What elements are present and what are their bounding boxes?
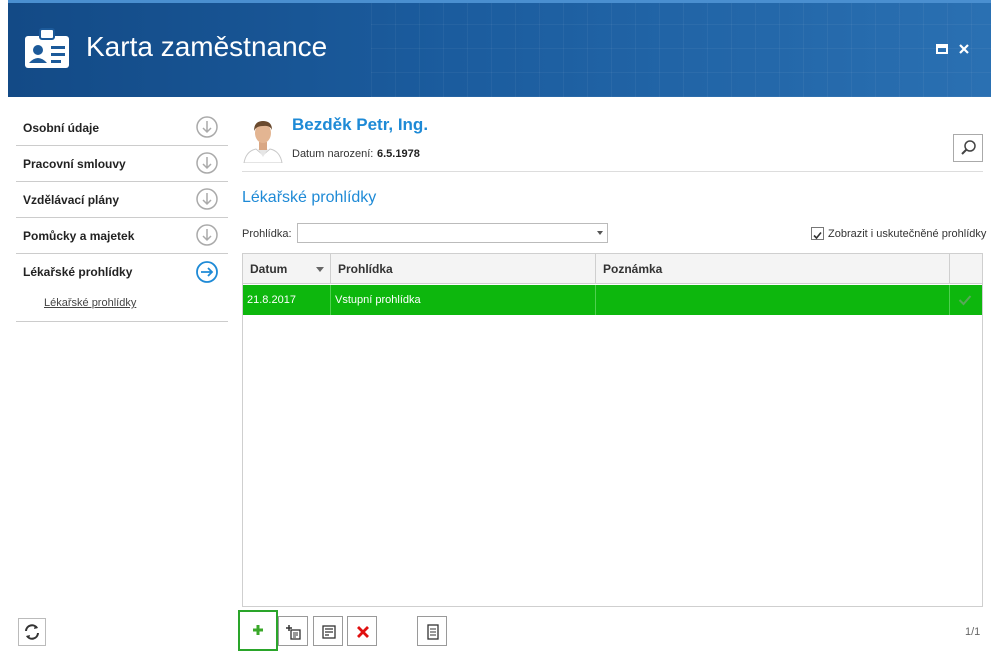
sidebar-item-vzdelavaci-plany[interactable]: Vzdělávací plány (16, 182, 228, 218)
refresh-icon (25, 624, 39, 640)
arrow-down-circle-icon (196, 188, 218, 210)
column-header-prohlidka[interactable]: Prohlídka (331, 254, 596, 284)
show-completed-label: Zobrazit i uskutečněné prohlídky (828, 228, 987, 240)
cell-poznamka (596, 285, 950, 315)
sidebar-item-pomucky-a-majetek[interactable]: Pomůcky a majetek (16, 218, 228, 254)
copy-new-icon (286, 625, 301, 640)
sidebar: Osobní údaje Pracovní smlouvy Vzdělávací… (16, 110, 228, 322)
prohlidka-select[interactable] (297, 223, 608, 243)
employee-divider (242, 171, 983, 172)
sidebar-item-label: Osobní údaje (23, 121, 100, 135)
cell-datum: 21.8.2017 (243, 285, 331, 315)
sidebar-item-lekarske-prohlidky[interactable]: Lékařské prohlídky Lékařské prohlídky (16, 254, 228, 322)
search-icon (961, 140, 976, 155)
app-window: Karta zaměstnance Osobní údaje Pracovní … (0, 0, 991, 658)
birth-date-label: Datum narození: (292, 148, 374, 160)
show-completed-checkbox[interactable] (811, 227, 824, 240)
edit-button[interactable] (313, 616, 343, 646)
header-top-line (8, 0, 991, 3)
sidebar-item-label: Vzdělávací plány (23, 193, 120, 207)
column-header-label: Datum (250, 262, 288, 276)
arrow-down-circle-icon (196, 224, 218, 246)
sidebar-item-osobni-udaje[interactable]: Osobní údaje (16, 110, 228, 146)
column-header-datum[interactable]: Datum (243, 254, 331, 284)
table-row[interactable]: 21.8.2017 Vstupní prohlídka (243, 285, 982, 315)
employee-photo (242, 113, 284, 163)
employee-name: Bezděk Petr, Ing. (292, 115, 429, 134)
checkmark-icon (958, 295, 972, 306)
chevron-down-icon (597, 231, 603, 235)
refresh-button[interactable] (18, 618, 46, 646)
sidebar-item-label: Pomůcky a majetek (23, 229, 135, 243)
title-bar: Karta zaměstnance (8, 0, 991, 97)
delete-icon (357, 626, 369, 638)
delete-button[interactable] (347, 616, 377, 646)
checkmark-icon (813, 231, 822, 240)
examinations-table: Datum Prohlídka Poznámka 21.8.2017 Vstup… (242, 253, 983, 607)
arrow-right-circle-icon (196, 261, 218, 283)
sidebar-item-label: Pracovní smlouvy (23, 157, 126, 171)
section-title: Lékařské prohlídky (242, 189, 377, 206)
arrow-down-circle-icon (196, 116, 218, 138)
birth-date-value: 6.5.1978 (377, 148, 420, 160)
arrow-down-circle-icon (196, 152, 218, 174)
document-icon (427, 624, 439, 640)
sidebar-subitem-lekarske-prohlidky[interactable]: Lékařské prohlídky (44, 297, 136, 309)
column-header-label: Prohlídka (338, 262, 393, 276)
cell-status (950, 285, 982, 315)
copy-new-button[interactable] (278, 616, 308, 646)
column-header-status[interactable] (950, 254, 982, 284)
column-header-label: Poznámka (603, 262, 663, 276)
document-button[interactable] (417, 616, 447, 646)
window-title: Karta zaměstnance (86, 31, 328, 62)
close-icon[interactable] (957, 42, 971, 56)
sidebar-item-pracovni-smlouvy[interactable]: Pracovní smlouvy (16, 146, 228, 182)
header-pattern (371, 0, 991, 97)
sidebar-item-label: Lékařské prohlídky (23, 265, 133, 279)
search-button[interactable] (953, 134, 983, 162)
sort-desc-icon (316, 267, 324, 272)
maximize-icon[interactable] (935, 42, 949, 56)
column-header-poznamka[interactable]: Poznámka (596, 254, 950, 284)
id-card-icon (25, 28, 69, 68)
add-icon (253, 625, 263, 635)
cell-prohlidka: Vstupní prohlídka (331, 285, 596, 315)
pager-text: 1/1 (965, 626, 981, 638)
table-header: Datum Prohlídka Poznámka (243, 254, 982, 284)
filter-label: Prohlídka: (242, 228, 292, 240)
add-button[interactable] (238, 610, 278, 651)
edit-icon (322, 625, 336, 639)
